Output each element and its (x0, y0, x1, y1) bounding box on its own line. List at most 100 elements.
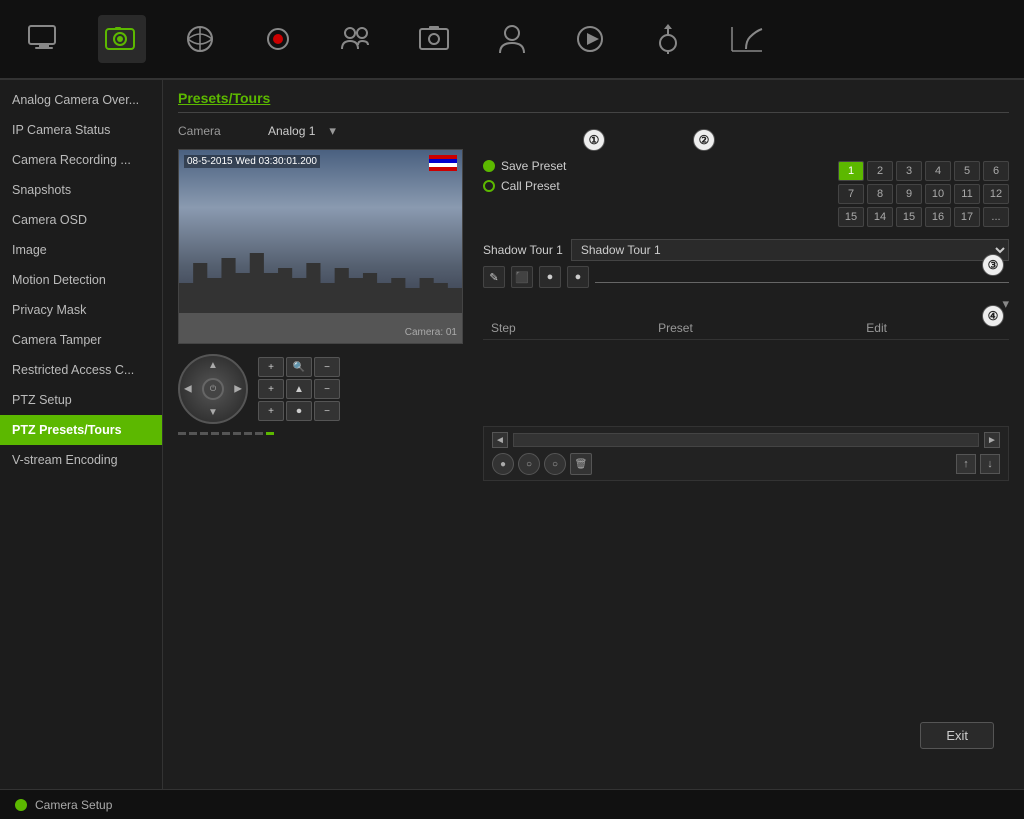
ptz-zoom-in[interactable]: + (258, 357, 284, 377)
preset-num-dots[interactable]: ... (983, 207, 1009, 227)
ptz-icon[interactable] (644, 15, 692, 63)
preset-num-3[interactable]: 3 (896, 161, 922, 181)
preset-num-2[interactable]: 2 (867, 161, 893, 181)
sidebar-item-tamper[interactable]: Camera Tamper (0, 325, 162, 355)
ptz-zoom-out[interactable]: + (258, 379, 284, 399)
users-icon[interactable] (332, 15, 380, 63)
preset-num-1[interactable]: 1 (838, 161, 864, 181)
ptz-extra2[interactable]: ⏺ (286, 401, 312, 421)
camera-dropdown-arrow[interactable]: ▾ (329, 123, 336, 139)
status-label: Camera Setup (35, 798, 112, 812)
preset-num-4[interactable]: 4 (925, 161, 951, 181)
pb-play[interactable]: ● (492, 453, 514, 475)
tour-line (595, 282, 1009, 283)
snapshot-icon[interactable] (410, 15, 458, 63)
sidebar-item-osd[interactable]: Camera OSD (0, 205, 162, 235)
annotation-1: ① (583, 129, 605, 151)
toolbar (0, 0, 1024, 80)
ptz-button-grid: + 🔍 − + ▲ − + ⏺ − (258, 357, 340, 421)
expand-arrow[interactable]: ▾ (1002, 296, 1009, 312)
ptz-down-arrow[interactable]: ▼ (208, 407, 218, 418)
timeline-row: ◄ ► (492, 432, 1000, 448)
timeline-prev[interactable]: ◄ (492, 432, 508, 448)
main-layout: Analog Camera Over... IP Camera Status C… (0, 80, 1024, 789)
playback-bar: ◄ ► ● ○ ○ 🗑 ↑ ↓ (483, 426, 1009, 481)
ptz-controls: ▲ ▼ ◀ ▶ ⏻ + 🔍 − + ▲ − (178, 354, 468, 424)
preset-num-7[interactable]: 7 (838, 184, 864, 204)
preset-num-13[interactable]: 15 (838, 207, 864, 227)
annotation-3: ③ (982, 254, 1004, 276)
ptz-right-arrow[interactable]: ▶ (234, 384, 242, 395)
ptz-joystick[interactable]: ▲ ▼ ◀ ▶ ⏻ (178, 354, 248, 424)
exit-button[interactable]: Exit (920, 722, 994, 749)
sidebar-item-vstream[interactable]: V-stream Encoding (0, 445, 162, 475)
sidebar-item-snapshots[interactable]: Snapshots (0, 175, 162, 205)
call-preset-radio[interactable]: Call Preset (483, 179, 818, 193)
preset-num-9[interactable]: 9 (896, 184, 922, 204)
ptz-speed-slider[interactable] (178, 432, 468, 435)
ptz-extra3[interactable]: − (314, 401, 340, 421)
updown-buttons: ↑ ↓ (956, 454, 1000, 474)
sidebar-item-ptz-presets[interactable]: PTZ Presets/Tours (0, 415, 162, 445)
sidebar-item-analog-camera[interactable]: Analog Camera Over... (0, 85, 162, 115)
col-step: Step (483, 317, 650, 340)
tour-stop-btn[interactable]: ● (567, 266, 589, 288)
preset-num-17[interactable]: 17 (954, 207, 980, 227)
ptz-focus-in[interactable]: 🔍 (286, 357, 312, 377)
sidebar-item-image[interactable]: Image (0, 235, 162, 265)
save-preset-radio[interactable]: Save Preset (483, 159, 818, 173)
stats-icon[interactable] (722, 15, 770, 63)
tour-play-btn[interactable]: ● (539, 266, 561, 288)
pb-pause[interactable]: ○ (518, 453, 540, 475)
network-icon[interactable] (176, 15, 224, 63)
preset-num-15[interactable]: 15 (896, 207, 922, 227)
ptz-extra1[interactable]: + (258, 401, 284, 421)
call-preset-label: Call Preset (501, 179, 560, 193)
timeline-next[interactable]: ► (984, 432, 1000, 448)
preset-section: Save Preset Call Preset 1 2 3 4 (483, 159, 1009, 227)
preset-num-12[interactable]: 12 (983, 184, 1009, 204)
camera-field-value: Analog 1 (268, 124, 315, 138)
ptz-up-arrow[interactable]: ▲ (208, 360, 218, 371)
ptz-iris-close[interactable]: − (314, 379, 340, 399)
preset-num-10[interactable]: 10 (925, 184, 951, 204)
content-body: 08-5-2015 Wed 03:30:01.200 Camera: 01 ▲ … (178, 149, 1009, 481)
video-timestamp: 08-5-2015 Wed 03:30:01.200 (184, 155, 320, 168)
sidebar-item-ip-camera[interactable]: IP Camera Status (0, 115, 162, 145)
record-icon[interactable] (254, 15, 302, 63)
sidebar-item-recording[interactable]: Camera Recording ... (0, 145, 162, 175)
expand-row: ▾ (483, 296, 1009, 312)
shadow-tour-dropdown[interactable]: Shadow Tour 1 Shadow Tour 2 (571, 239, 1009, 261)
move-down-btn[interactable]: ↓ (980, 454, 1000, 474)
account-icon[interactable] (488, 15, 536, 63)
table-row-empty (483, 340, 1009, 347)
pb-delete[interactable]: 🗑 (570, 453, 592, 475)
sidebar-item-motion[interactable]: Motion Detection (0, 265, 162, 295)
camera-icon[interactable] (98, 15, 146, 63)
timeline-track[interactable] (513, 433, 979, 447)
sidebar-item-ptz-setup[interactable]: PTZ Setup (0, 385, 162, 415)
ptz-center-button[interactable]: ⏻ (202, 378, 224, 400)
monitor-icon[interactable] (20, 15, 68, 63)
status-dot (15, 799, 27, 811)
ptz-focus-out[interactable]: ▲ (286, 379, 312, 399)
sidebar-item-privacy[interactable]: Privacy Mask (0, 295, 162, 325)
tour-edit-btn[interactable]: ✎ (483, 266, 505, 288)
tour-save-btn[interactable]: ⬛ (511, 266, 533, 288)
playback-icon[interactable] (566, 15, 614, 63)
camera-field-label: Camera (178, 124, 258, 138)
page-title: Presets/Tours (178, 90, 1009, 113)
preset-num-11[interactable]: 11 (954, 184, 980, 204)
preset-num-16[interactable]: 16 (925, 207, 951, 227)
ptz-iris-open[interactable]: − (314, 357, 340, 377)
preset-controls: Save Preset Call Preset (483, 159, 818, 227)
ptz-left-arrow[interactable]: ◀ (184, 384, 192, 395)
preset-num-5[interactable]: 5 (954, 161, 980, 181)
preset-num-6[interactable]: 6 (983, 161, 1009, 181)
annotation-2: ② (693, 129, 715, 151)
preset-num-8[interactable]: 8 (867, 184, 893, 204)
pb-stop[interactable]: ○ (544, 453, 566, 475)
preset-num-14[interactable]: 14 (867, 207, 893, 227)
sidebar-item-restricted[interactable]: Restricted Access C... (0, 355, 162, 385)
move-up-btn[interactable]: ↑ (956, 454, 976, 474)
